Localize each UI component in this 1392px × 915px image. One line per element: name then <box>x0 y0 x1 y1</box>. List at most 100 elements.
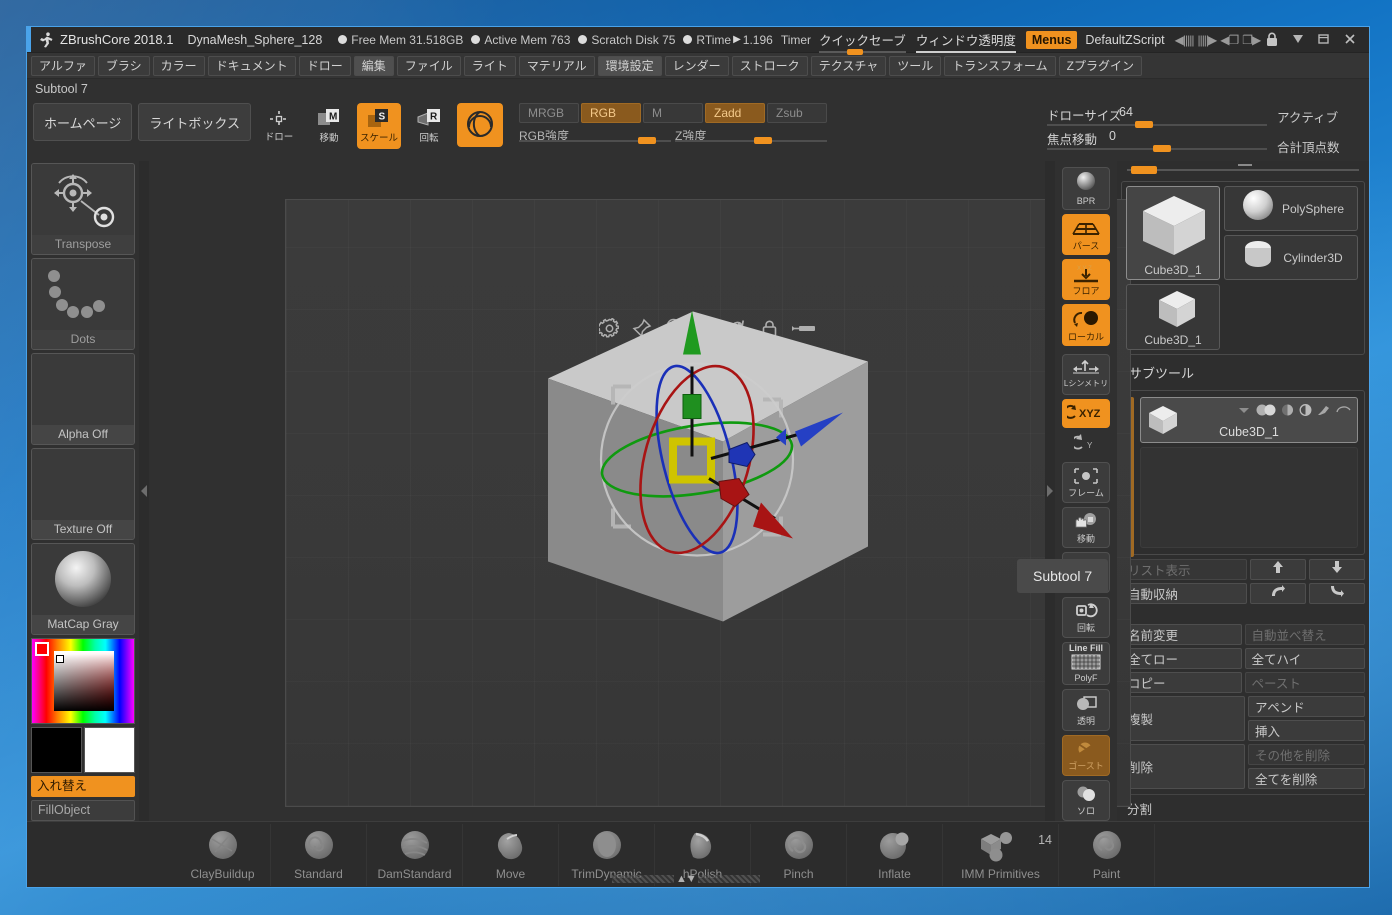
eye-visibility-icon[interactable] <box>1238 403 1251 421</box>
viewport-canvas[interactable] <box>285 199 1131 807</box>
brush-move[interactable]: Move <box>463 824 559 886</box>
quicksave-slider[interactable]: クイックセーブ <box>819 30 906 50</box>
menu-item-material[interactable]: マテリアル <box>519 56 595 76</box>
brush-inflate[interactable]: Inflate <box>847 824 943 886</box>
draw-size-knob[interactable] <box>1135 121 1153 128</box>
fill-object-button[interactable]: FillObject <box>31 800 135 821</box>
xyz-button[interactable]: XYZ <box>1062 399 1110 428</box>
paste-button[interactable]: ペースト <box>1245 672 1366 693</box>
mrgb-button[interactable]: MRGB <box>519 103 579 123</box>
menus-button[interactable]: Menus <box>1026 31 1078 49</box>
menu-item-alpha[interactable]: アルファ <box>31 56 95 76</box>
transpose-slot[interactable]: Transpose <box>31 163 135 255</box>
edit-mode-button[interactable] <box>457 103 503 147</box>
scroll-right-icon[interactable]: |||||▶ <box>1197 33 1216 47</box>
minimize-icon[interactable] <box>1291 32 1307 48</box>
auto-reorder-button[interactable]: 自動並べ替え <box>1245 624 1366 645</box>
restore-icon[interactable] <box>1317 32 1333 48</box>
subtool-row[interactable]: Cube3D_1 <box>1140 397 1358 443</box>
menu-item-stroke[interactable]: ストローク <box>732 56 808 76</box>
close-icon[interactable] <box>1343 32 1359 48</box>
all-high-button[interactable]: 全てハイ <box>1245 648 1366 669</box>
move-view-button[interactable]: 移動 <box>1062 507 1110 548</box>
black-swatch[interactable] <box>31 727 82 773</box>
menu-item-light[interactable]: ライト <box>464 56 516 76</box>
canvas-right-scroll[interactable] <box>1045 161 1055 821</box>
material-slot[interactable]: MatCap Gray <box>31 543 135 635</box>
draw-size-slider[interactable]: ドローサイズ 64 <box>1047 105 1267 129</box>
tool-item-cylinder3d[interactable]: Cylinder3D <box>1224 235 1358 280</box>
arrow-right-turn-button[interactable] <box>1250 583 1306 604</box>
symmetry-center-button[interactable]: Lシンメトリ <box>1062 354 1110 395</box>
current-color-swatch[interactable] <box>35 642 49 656</box>
dots-toggle-icon[interactable] <box>1256 403 1276 421</box>
brush-paint[interactable]: Paint <box>1059 824 1155 886</box>
texture-slot[interactable]: Texture Off <box>31 448 135 540</box>
canvas-left-scroll[interactable] <box>139 161 149 821</box>
stroke-slot[interactable]: Dots <box>31 258 135 350</box>
append-button[interactable]: アペンド <box>1248 696 1365 717</box>
tool-item-polysphere[interactable]: PolySphere <box>1224 186 1358 231</box>
focal-shift-slider[interactable]: 焦点移動 0 <box>1047 129 1267 153</box>
draw-mode-button[interactable]: ドロー <box>257 103 301 149</box>
insert-button[interactable]: 挿入 <box>1248 720 1365 741</box>
tool-item-cube3d-1-large[interactable]: Cube3D_1 <box>1126 186 1220 280</box>
color-picker-cursor[interactable] <box>56 655 64 663</box>
brush-pinch[interactable]: Pinch <box>751 824 847 886</box>
brush-imm-primitives[interactable]: 14 IMM Primitives <box>943 824 1059 886</box>
move-up-button[interactable] <box>1250 559 1306 580</box>
m-button[interactable]: M <box>643 103 703 123</box>
panel-top-slider[interactable] <box>1127 163 1359 177</box>
scale-mode-button[interactable]: S スケール <box>357 103 401 149</box>
rgb-intensity-knob[interactable] <box>638 137 656 144</box>
brush-claybuildup[interactable]: ClayBuildup <box>175 824 271 886</box>
scroll-left-icon[interactable]: ◀||||| <box>1175 33 1194 47</box>
split-button[interactable]: 分割 <box>1121 798 1365 819</box>
copy-button[interactable]: コピー <box>1121 672 1242 693</box>
rename-button[interactable]: 名前変更 <box>1121 624 1242 645</box>
menu-item-preferences[interactable]: 環境設定 <box>598 56 662 76</box>
local-symmetry-button[interactable]: Y <box>1062 432 1110 456</box>
all-low-button[interactable]: 全てロー <box>1121 648 1242 669</box>
polyframe-button[interactable]: Line Fill PolyF <box>1062 642 1110 685</box>
ghost-button[interactable]: ゴースト <box>1062 735 1110 776</box>
quicksave-knob[interactable] <box>847 49 863 55</box>
menu-item-brush[interactable]: ブラシ <box>98 56 150 76</box>
menu-item-file[interactable]: ファイル <box>397 56 461 76</box>
white-swatch[interactable] <box>84 727 135 773</box>
brush-standard[interactable]: Standard <box>271 824 367 886</box>
frame-button[interactable]: フレーム <box>1062 462 1110 503</box>
menu-item-color[interactable]: カラー <box>153 56 205 76</box>
tool-item-cube3d-1-small[interactable]: Cube3D_1 <box>1126 284 1220 350</box>
duplicate-button[interactable]: 複製 <box>1121 696 1245 741</box>
swap-colors-button[interactable]: 入れ替え <box>31 776 135 797</box>
lock-icon[interactable] <box>1265 32 1281 48</box>
alpha-slot[interactable]: Alpha Off <box>31 353 135 445</box>
paintbrush-icon[interactable] <box>1317 403 1331 421</box>
menu-item-zplugin[interactable]: Zプラグイン <box>1059 56 1142 76</box>
eye-open-icon[interactable] <box>1336 403 1351 421</box>
rotate-view-button[interactable]: 回転 <box>1062 597 1110 638</box>
brush-damstandard[interactable]: DamStandard <box>367 824 463 886</box>
menu-item-render[interactable]: レンダー <box>665 56 729 76</box>
half-circle-icon[interactable] <box>1281 403 1294 421</box>
transparency-button[interactable]: 透明 <box>1062 689 1110 730</box>
focal-shift-knob[interactable] <box>1153 145 1171 152</box>
move-down-button[interactable] <box>1309 559 1365 580</box>
move-mode-button[interactable]: M 移動 <box>307 103 351 149</box>
window-opacity-slider[interactable]: ウィンドウ透明度 <box>916 30 1016 50</box>
rgb-button[interactable]: RGB <box>581 103 641 123</box>
zadd-button[interactable]: Zadd <box>705 103 765 123</box>
floor-button[interactable]: X Y Z フロア <box>1062 259 1110 300</box>
color-picker[interactable] <box>31 638 135 723</box>
delete-other-button[interactable]: その他を削除 <box>1248 744 1365 765</box>
panel-top-slider-knob[interactable] <box>1131 166 1157 174</box>
arrow-down-turn-button[interactable] <box>1309 583 1365 604</box>
auto-collapse-button[interactable]: 自動収納 <box>1121 583 1247 604</box>
menu-item-tool[interactable]: ツール <box>889 56 941 76</box>
brush-bar-scroll[interactable]: ▲▼ <box>612 873 760 885</box>
menu-item-texture[interactable]: テクスチャ <box>811 56 887 76</box>
zscript-label[interactable]: DefaultZScript <box>1085 33 1164 47</box>
delete-button[interactable]: 削除 <box>1121 744 1245 789</box>
z-intensity-knob[interactable] <box>754 137 772 144</box>
